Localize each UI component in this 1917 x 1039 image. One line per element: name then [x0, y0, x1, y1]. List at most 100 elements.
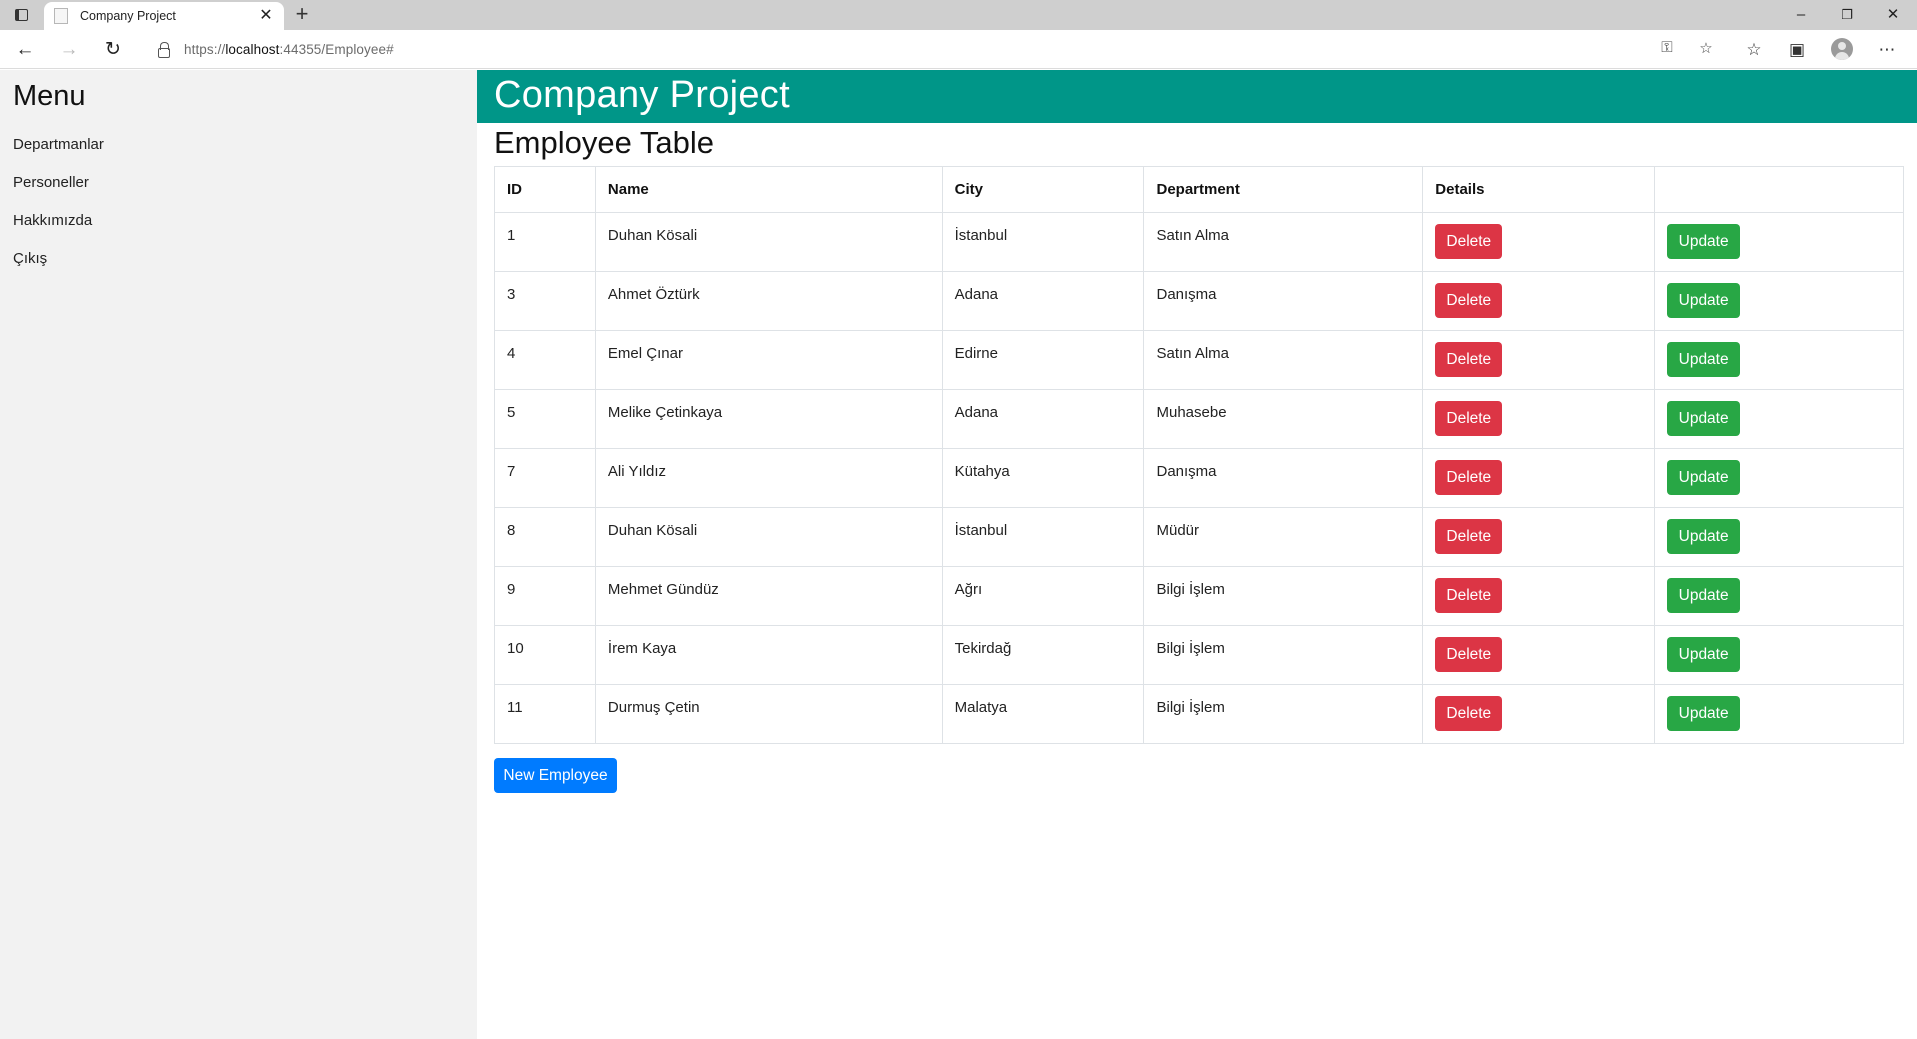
url-text[interactable]: https://localhost:44355/Employee# — [184, 42, 394, 57]
update-button[interactable]: Update — [1667, 519, 1741, 554]
update-cell: Update — [1654, 271, 1904, 331]
tab-actions-icon[interactable] — [8, 5, 34, 25]
delete-cell: Delete — [1422, 566, 1656, 626]
key-icon[interactable]: ⚿ — [1656, 39, 1678, 56]
back-icon[interactable]: ← — [12, 38, 38, 62]
employee-table: ID Name City Department Details 1 Duhan K… — [494, 166, 1904, 744]
reload-icon[interactable]: ↻ — [100, 38, 126, 62]
delete-cell: Delete — [1422, 330, 1656, 390]
update-button[interactable]: Update — [1667, 696, 1741, 731]
browser-tab-strip: Company Project ✕ + – ❐ ✕ — [0, 0, 1917, 30]
name-cell: Mehmet Gündüz — [594, 566, 943, 626]
tab-title: Company Project — [80, 9, 176, 23]
close-tab-icon[interactable]: ✕ — [258, 8, 274, 24]
delete-button[interactable]: Delete — [1435, 342, 1503, 377]
update-button[interactable]: Update — [1667, 224, 1741, 259]
new-employee-button[interactable]: New Employee — [494, 758, 617, 793]
table-row: 5 Melike Çetinkaya Adana Muhasebe Delete Upda… — [494, 389, 1904, 449]
table-row: 3 Ahmet Öztürk Adana Danışma Delete Update — [494, 271, 1904, 331]
table-row: 8 Duhan Kösali İstanbul Müdür Delete Update — [494, 507, 1904, 567]
sidebar: Menu Departmanlar Personeller Hakkımızda… — [0, 70, 477, 1039]
id-cell: 9 — [494, 566, 596, 626]
update-cell: Update — [1654, 389, 1904, 449]
city-cell: Edirne — [941, 330, 1145, 390]
update-button[interactable]: Update — [1667, 283, 1741, 318]
name-cell: Duhan Kösali — [594, 212, 943, 272]
id-cell: 3 — [494, 271, 596, 331]
sidebar-item-hakkimizda[interactable]: Hakkımızda — [13, 212, 92, 229]
sidebar-item-departmanlar[interactable]: Departmanlar — [13, 136, 104, 153]
update-cell: Update — [1654, 330, 1904, 390]
close-window-icon[interactable]: ✕ — [1878, 4, 1908, 26]
sidebar-item-personeller[interactable]: Personeller — [13, 174, 89, 191]
page-title: Employee Table — [494, 125, 715, 160]
new-tab-icon[interactable]: + — [291, 3, 313, 25]
minimize-icon[interactable]: – — [1786, 4, 1816, 26]
delete-button[interactable]: Delete — [1435, 283, 1503, 318]
table-row: 11 Durmuş Çetin Malatya Bilgi İşlem Delete Up… — [494, 684, 1904, 744]
column-header-id: ID — [494, 166, 596, 213]
update-cell: Update — [1654, 625, 1904, 685]
address-bar[interactable]: https://localhost:44355/Employee# — [142, 35, 1726, 64]
city-cell: İstanbul — [941, 507, 1145, 567]
department-cell: Satın Alma — [1143, 330, 1424, 390]
update-button[interactable]: Update — [1667, 578, 1741, 613]
table-row: 10 İrem Kaya Tekirdağ Bilgi İşlem Delete Upda… — [494, 625, 1904, 685]
city-cell: Tekirdağ — [941, 625, 1145, 685]
delete-button[interactable]: Delete — [1435, 224, 1503, 259]
city-cell: Adana — [941, 389, 1145, 449]
city-cell: İstanbul — [941, 212, 1145, 272]
delete-button[interactable]: Delete — [1435, 519, 1503, 554]
restore-icon[interactable]: ❐ — [1832, 4, 1862, 26]
department-cell: Muhasebe — [1143, 389, 1424, 449]
sidebar-item-cikis[interactable]: Çıkış — [13, 250, 47, 267]
lock-icon[interactable] — [158, 41, 170, 58]
table-row: 4 Emel Çınar Edirne Satın Alma Delete Update — [494, 330, 1904, 390]
update-cell: Update — [1654, 566, 1904, 626]
column-header-details: Details — [1422, 166, 1656, 213]
favorites-icon[interactable]: ☆ — [1742, 38, 1766, 62]
name-cell: Melike Çetinkaya — [594, 389, 943, 449]
department-cell: Danışma — [1143, 448, 1424, 508]
delete-cell: Delete — [1422, 448, 1656, 508]
profile-avatar-icon[interactable] — [1831, 38, 1853, 60]
id-cell: 11 — [494, 684, 596, 744]
delete-cell: Delete — [1422, 625, 1656, 685]
column-header-department: Department — [1143, 166, 1424, 213]
table-row: 1 Duhan Kösali İstanbul Satın Alma Delete Upd… — [494, 212, 1904, 272]
update-button[interactable]: Update — [1667, 342, 1741, 377]
department-cell: Bilgi İşlem — [1143, 684, 1424, 744]
delete-button[interactable]: Delete — [1435, 460, 1503, 495]
forward-icon[interactable]: → — [56, 38, 82, 62]
update-button[interactable]: Update — [1667, 460, 1741, 495]
update-button[interactable]: Update — [1667, 401, 1741, 436]
main-content: Company Project Employee Table ID Name C… — [477, 70, 1917, 1039]
city-cell: Ağrı — [941, 566, 1145, 626]
favorite-star-icon[interactable]: ☆ — [1695, 39, 1717, 57]
department-cell: Bilgi İşlem — [1143, 625, 1424, 685]
delete-button[interactable]: Delete — [1435, 637, 1503, 672]
id-cell: 5 — [494, 389, 596, 449]
city-cell: Adana — [941, 271, 1145, 331]
update-button[interactable]: Update — [1667, 637, 1741, 672]
delete-button[interactable]: Delete — [1435, 578, 1503, 613]
menu-title: Menu — [13, 80, 86, 112]
delete-cell: Delete — [1422, 684, 1656, 744]
collections-icon[interactable]: ▣ — [1785, 38, 1809, 62]
update-cell: Update — [1654, 684, 1904, 744]
name-cell: Durmuş Çetin — [594, 684, 943, 744]
id-cell: 4 — [494, 330, 596, 390]
delete-button[interactable]: Delete — [1435, 401, 1503, 436]
id-cell: 1 — [494, 212, 596, 272]
browser-tab[interactable]: Company Project ✕ — [44, 2, 284, 30]
delete-button[interactable]: Delete — [1435, 696, 1503, 731]
more-icon[interactable]: ⋯ — [1875, 38, 1899, 62]
column-header-name: Name — [594, 166, 943, 213]
name-cell: Emel Çınar — [594, 330, 943, 390]
delete-cell: Delete — [1422, 212, 1656, 272]
city-cell: Kütahya — [941, 448, 1145, 508]
delete-cell: Delete — [1422, 389, 1656, 449]
department-cell: Bilgi İşlem — [1143, 566, 1424, 626]
department-cell: Müdür — [1143, 507, 1424, 567]
delete-cell: Delete — [1422, 271, 1656, 331]
